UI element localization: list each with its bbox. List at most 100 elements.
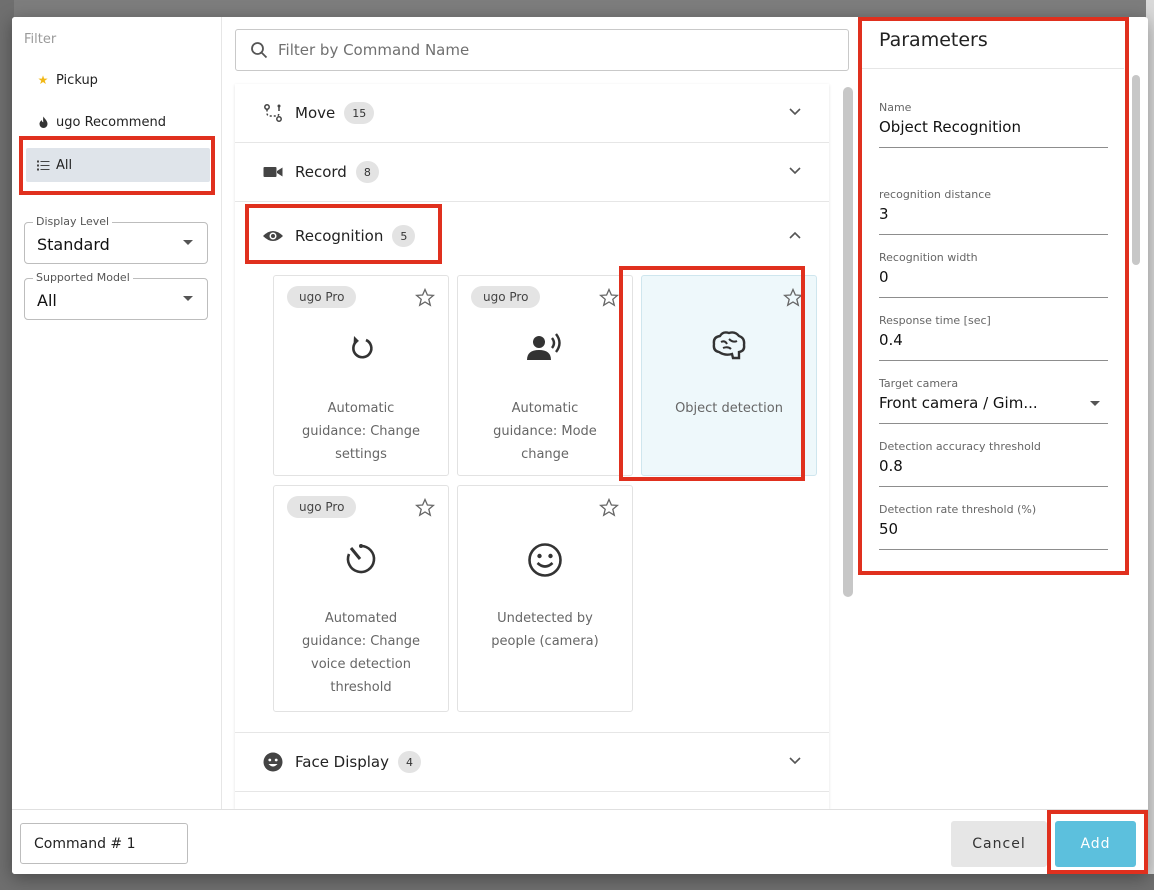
ugo-pro-badge: ugo Pro (287, 496, 357, 518)
cancel-button[interactable]: Cancel (951, 821, 1047, 867)
list-scrollbar[interactable] (843, 87, 853, 597)
star-outline-icon[interactable] (415, 288, 435, 307)
add-command-dialog: Filter ★ Pickup ugo Recommend All Displa… (12, 17, 1148, 874)
field-value: 50 (879, 520, 899, 538)
chevron-up-icon (789, 231, 801, 239)
filter-item-all[interactable]: All (26, 148, 210, 182)
star-outline-icon[interactable] (783, 288, 803, 307)
video-camera-icon (261, 165, 285, 179)
filter-item-ugo-recommend[interactable]: ugo Recommend (26, 105, 210, 139)
command-name-box (20, 823, 188, 864)
field-value: Front camera / Gim... (879, 394, 1038, 412)
field-label: Detection accuracy threshold (879, 440, 1041, 453)
command-card-automatic-guidance-change-settings[interactable]: ugo Pro Automatic guidance: Change setting… (273, 275, 449, 476)
category-face-display[interactable]: Face Display 4 (235, 732, 829, 792)
display-level-select[interactable]: Display Level Standard (24, 215, 208, 264)
caret-down-icon (1090, 401, 1100, 406)
category-count-badge: 5 (392, 225, 416, 247)
add-button[interactable]: Add (1055, 821, 1136, 867)
field-label: Target camera (879, 377, 959, 390)
star-outline-icon[interactable] (415, 498, 435, 517)
backdrop-bottom (0, 874, 1154, 890)
parameters-panel: Parameters Name Object Recognition recog… (860, 17, 1124, 809)
chevron-down-icon (789, 108, 801, 116)
rotate-icon (274, 332, 448, 364)
display-level-value: Standard (37, 235, 110, 254)
field-label: Recognition width (879, 251, 978, 264)
category-label: Move (295, 104, 336, 122)
ugo-pro-badge: ugo Pro (287, 286, 357, 308)
display-level-legend: Display Level (33, 215, 113, 228)
command-card-label: Automatic guidance: Mode change (493, 401, 597, 462)
command-card-label: Undetected by people (camera) (491, 611, 599, 649)
filter-item-pickup[interactable]: ★ Pickup (26, 63, 210, 97)
param-name-field[interactable]: Name Object Recognition (879, 101, 1108, 148)
param-recognition-width-field[interactable]: Recognition width 0 (879, 251, 1108, 298)
supported-model-legend: Supported Model (33, 271, 133, 284)
supported-model-value: All (37, 291, 57, 310)
divider (860, 68, 1124, 69)
search-icon (251, 42, 268, 59)
command-card-undetected-by-people[interactable]: Undetected by people (camera) (457, 485, 633, 712)
voice-person-icon (458, 332, 632, 364)
filter-item-label: Pickup (56, 72, 98, 88)
timer-icon (274, 542, 448, 576)
command-card-object-detection[interactable]: Object detection (641, 275, 817, 476)
field-label: recognition distance (879, 188, 992, 201)
field-value: 0.4 (879, 331, 903, 349)
parameters-scrollbar[interactable] (1132, 75, 1140, 265)
ugo-pro-badge: ugo Pro (471, 286, 541, 308)
filter-heading: Filter (24, 32, 57, 47)
chevron-down-icon (789, 757, 801, 765)
category-recognition[interactable]: Recognition 5 (235, 202, 829, 270)
param-target-camera-select[interactable]: Target camera Front camera / Gim... (879, 377, 1108, 424)
list-icon (30, 160, 56, 171)
chevron-down-icon (789, 167, 801, 175)
field-value: 0.8 (879, 457, 903, 475)
category-record[interactable]: Record 8 (235, 143, 829, 202)
category-count-badge: 15 (344, 102, 375, 124)
param-detection-rate-field[interactable]: Detection rate threshold (%) 50 (879, 503, 1108, 550)
command-card-automatic-guidance-mode-change[interactable]: ugo Pro Automatic guidance: Mode change (457, 275, 633, 476)
command-card-label: Automatic guidance: Change settings (302, 401, 420, 462)
category-label: Recognition (295, 227, 384, 245)
parameters-title: Parameters (879, 29, 988, 51)
category-count-badge: 4 (397, 751, 421, 773)
field-label: Detection rate threshold (%) (879, 503, 1037, 516)
command-card-label: Object detection (675, 401, 783, 416)
fire-icon (30, 116, 56, 129)
filter-item-label: ugo Recommend (56, 114, 166, 130)
param-response-time-field[interactable]: Response time [sec] 0.4 (879, 314, 1108, 361)
smile-icon (458, 542, 632, 578)
filter-item-label: All (56, 157, 73, 173)
field-value: Object Recognition (879, 118, 1021, 136)
field-value: 0 (879, 268, 889, 286)
star-outline-icon[interactable] (599, 288, 619, 307)
eye-icon (261, 229, 285, 243)
brain-icon (642, 330, 816, 362)
dialog-footer: Cancel Add (12, 809, 1148, 874)
smiley-face-icon (261, 752, 285, 772)
category-move[interactable]: Move 15 (235, 84, 829, 143)
star-outline-icon[interactable] (599, 498, 619, 517)
command-search (235, 29, 849, 71)
search-input[interactable] (276, 40, 820, 60)
param-recognition-distance-field[interactable]: recognition distance 3 (879, 188, 1108, 235)
command-card-label: Automated guidance: Change voice detection… (302, 611, 420, 695)
command-name-input[interactable] (32, 834, 181, 853)
category-label: Face Display (295, 753, 389, 771)
category-label: Record (295, 163, 347, 181)
command-card-automated-guidance-voice-threshold[interactable]: ugo Pro Automated guidance: Change voice d… (273, 485, 449, 712)
supported-model-select[interactable]: Supported Model All (24, 271, 208, 320)
field-label: Response time [sec] (879, 314, 991, 327)
filter-panel: Filter ★ Pickup ugo Recommend All Displa… (12, 17, 222, 809)
command-list: Move 15 Record 8 Recognition 5 ugo Pro A… (235, 84, 829, 809)
category-count-badge: 8 (355, 161, 379, 183)
star-icon: ★ (37, 73, 49, 87)
field-value: 3 (879, 205, 889, 223)
caret-down-icon (183, 296, 193, 301)
field-label: Name (879, 101, 912, 114)
caret-down-icon (183, 240, 193, 245)
param-detection-accuracy-field[interactable]: Detection accuracy threshold 0.8 (879, 440, 1108, 487)
route-icon (261, 103, 285, 123)
